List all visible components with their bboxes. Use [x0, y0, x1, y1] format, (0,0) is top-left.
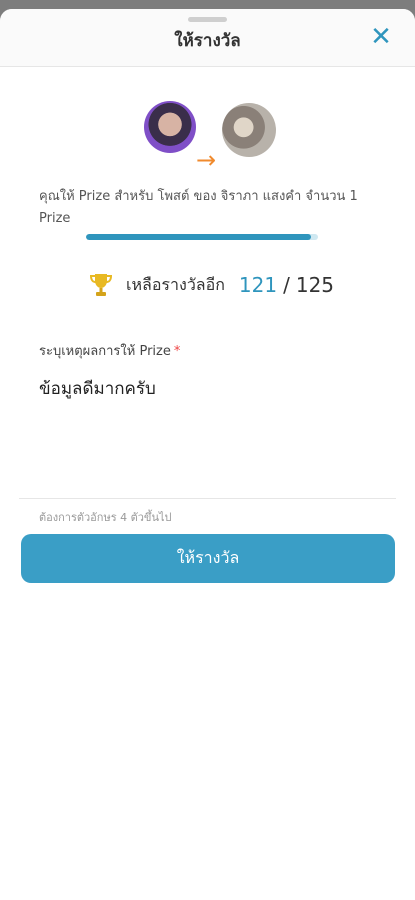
- transfer-avatars: →: [0, 101, 415, 174]
- close-icon[interactable]: ✕: [369, 24, 393, 50]
- divider: [19, 498, 396, 499]
- prize-progress-bar: [86, 234, 318, 240]
- reward-sheet: ให้รางวัล ✕ → คุณให้ Prize สำหรับ โพสต์ …: [0, 9, 415, 900]
- remaining-count: 121: [238, 273, 278, 297]
- sheet-title: ให้รางวัล: [174, 31, 241, 51]
- avatar-giver: [144, 101, 196, 153]
- transfer-description: คุณให้ Prize สำหรับ โพสต์ ของ จิราภา แสง…: [39, 189, 358, 226]
- sheet-header: ให้รางวัล ✕: [0, 9, 415, 67]
- remaining-label: เหลือรางวัลอีก: [126, 274, 225, 294]
- remaining-separator: /: [283, 273, 290, 297]
- prize-progress-fill: [86, 234, 312, 240]
- avatar-receiver: [222, 103, 276, 157]
- reason-label-text: ระบุเหตุผลการให้ Prize: [39, 344, 171, 359]
- required-mark: *: [173, 344, 181, 359]
- remaining-prizes: เหลือรางวัลอีก 121 / 125: [86, 268, 334, 302]
- trophy-icon: [89, 274, 113, 296]
- drag-handle[interactable]: [188, 17, 227, 22]
- reason-input[interactable]: [39, 375, 379, 485]
- reason-label: ระบุเหตุผลการให้ Prize *: [39, 340, 180, 361]
- submit-reward-button[interactable]: ให้รางวัล: [21, 534, 395, 583]
- arrow-right-icon: →: [196, 146, 217, 174]
- reason-hint: ต้องการตัวอักษร 4 ตัวขึ้นไป: [39, 511, 172, 524]
- remaining-total: 125: [295, 273, 335, 297]
